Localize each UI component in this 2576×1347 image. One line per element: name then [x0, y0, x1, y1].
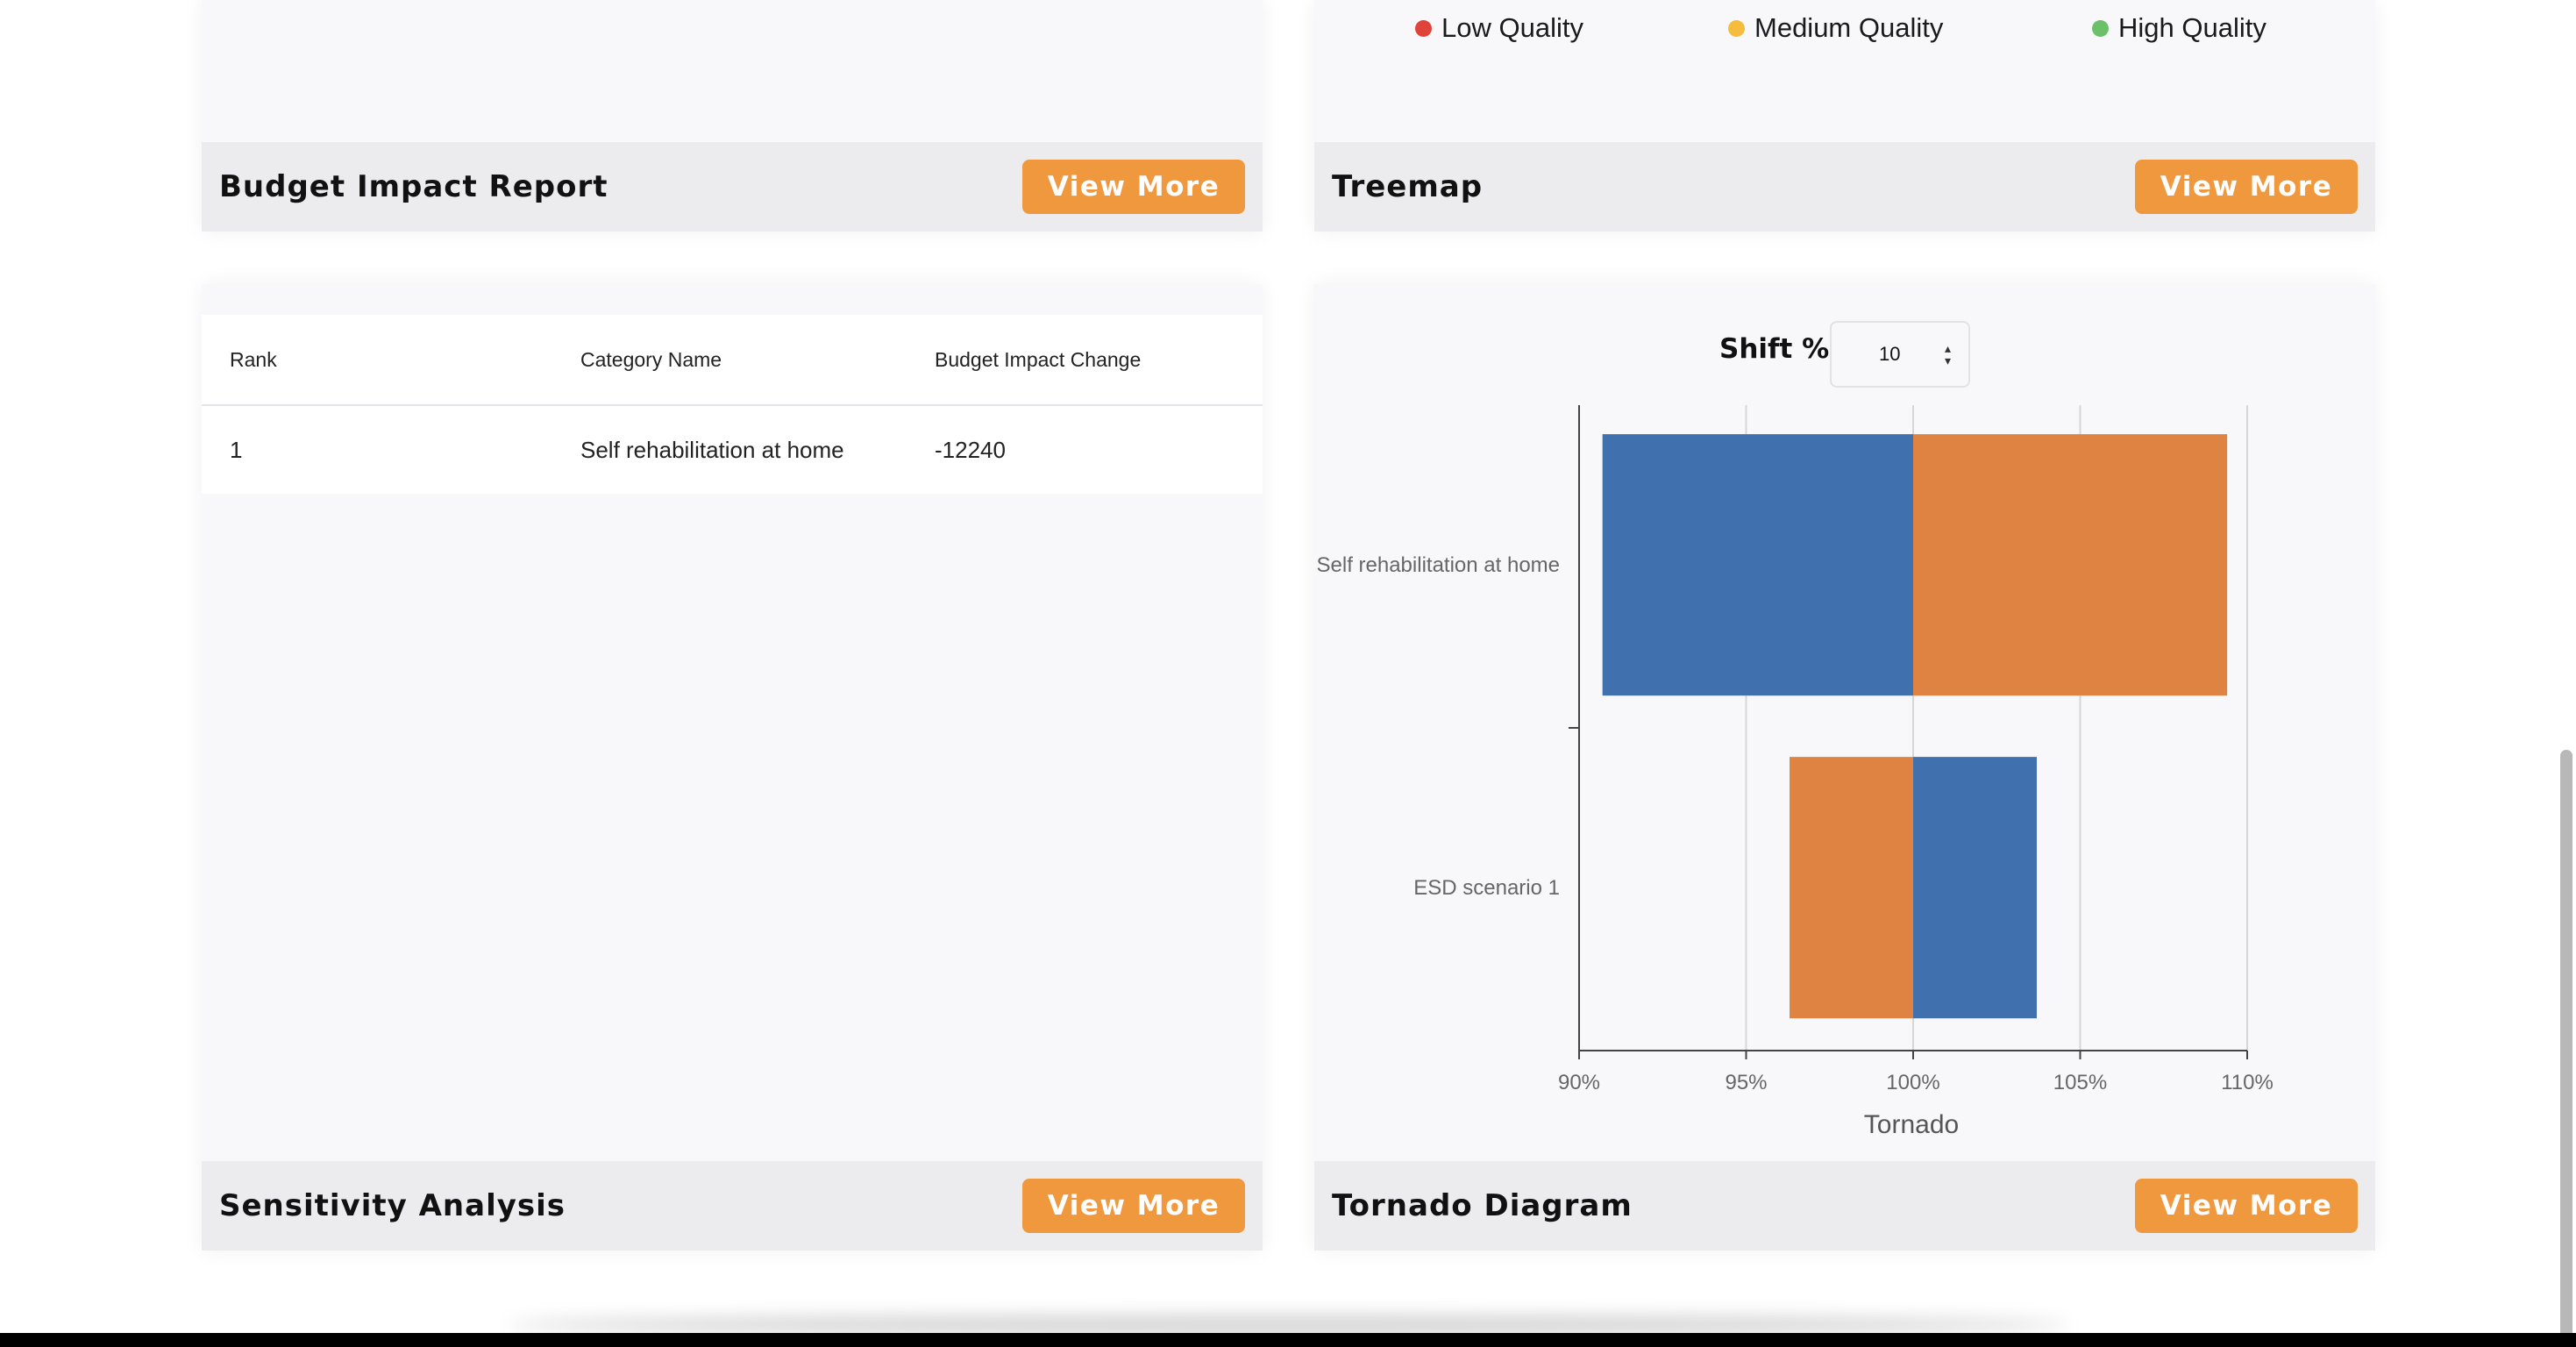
treemap-card: Low Quality Medium Quality High Quality …: [1314, 0, 2375, 232]
tornado-diagram-card: Shift % 10 ▴ ▾ 90% 95% 100% 105% 110% Self reh…: [1314, 284, 2375, 1251]
yellow-dot-icon: [1728, 19, 1745, 37]
cell-budget-impact-change: -12240: [935, 436, 1006, 463]
sensitivity-table: Rank Category Name Budget Impact Change …: [202, 315, 1263, 494]
green-dot-icon: [2092, 19, 2109, 37]
card-footer: Budget Impact Report View More: [202, 142, 1263, 232]
card-title: Treemap: [1332, 169, 1484, 204]
x-tick-label: 100%: [1886, 1071, 1939, 1094]
x-tick-label: 90%: [1558, 1071, 1600, 1094]
bar-low-segment[interactable]: [1602, 434, 1913, 696]
legend-label: Medium Quality: [1754, 12, 1944, 43]
view-more-button[interactable]: View More: [2135, 160, 2358, 214]
card-footer: Sensitivity Analysis View More: [202, 1161, 1263, 1251]
column-header-budget-impact-change: Budget Impact Change: [935, 347, 1142, 371]
table-row: 1 Self rehabilitation at home -12240: [202, 406, 1263, 494]
cell-category-name: Self rehabilitation at home: [580, 436, 844, 463]
legend-label: Low Quality: [1441, 12, 1583, 43]
page-scrollbar[interactable]: [2557, 0, 2576, 1347]
x-axis-label: Tornado: [1864, 1110, 1959, 1139]
budget-impact-card: Budget Impact Report View More: [202, 0, 1263, 232]
table-header-row: Rank Category Name Budget Impact Change: [202, 315, 1263, 406]
column-header-category-name: Category Name: [580, 347, 722, 371]
view-more-button[interactable]: View More: [2135, 1179, 2358, 1233]
x-tick-label: 95%: [1725, 1071, 1767, 1094]
window-bottom-edge: [0, 1333, 2576, 1347]
bar-high-segment[interactable]: [1913, 757, 2037, 1019]
cell-rank: 1: [230, 436, 243, 463]
card-footer: Tornado Diagram View More: [1314, 1161, 2375, 1251]
column-header-rank: Rank: [230, 347, 277, 371]
legend-item-high-quality: High Quality: [2092, 12, 2266, 44]
scrollbar-thumb[interactable]: [2560, 750, 2572, 1347]
treemap-legend: Low Quality Medium Quality High Quality: [1314, 12, 2375, 47]
red-dot-icon: [1415, 19, 1432, 37]
bottom-panel-shadow: [509, 1315, 2069, 1335]
card-title: Sensitivity Analysis: [219, 1188, 566, 1223]
x-tick-label: 105%: [2053, 1071, 2107, 1094]
view-more-button[interactable]: View More: [1022, 1179, 1245, 1233]
card-title: Tornado Diagram: [1332, 1188, 1633, 1223]
x-tick-label: 110%: [2221, 1071, 2274, 1094]
tornado-chart: 90% 95% 100% 105% 110% Self rehabilitation at…: [1317, 405, 2274, 1139]
card-title: Budget Impact Report: [219, 169, 608, 204]
bar-high-segment[interactable]: [1913, 434, 2228, 696]
card-footer: Treemap View More: [1314, 142, 2375, 232]
legend-item-medium-quality: Medium Quality: [1728, 12, 1943, 44]
legend-item-low-quality: Low Quality: [1415, 12, 1583, 44]
y-category-label: Self rehabilitation at home: [1317, 553, 1561, 577]
bar-low-segment[interactable]: [1790, 757, 1913, 1019]
view-more-button[interactable]: View More: [1022, 160, 1245, 214]
y-category-label: ESD scenario 1: [1413, 876, 1560, 900]
legend-label: High Quality: [2118, 12, 2266, 43]
sensitivity-analysis-card: Rank Category Name Budget Impact Change …: [202, 284, 1263, 1251]
